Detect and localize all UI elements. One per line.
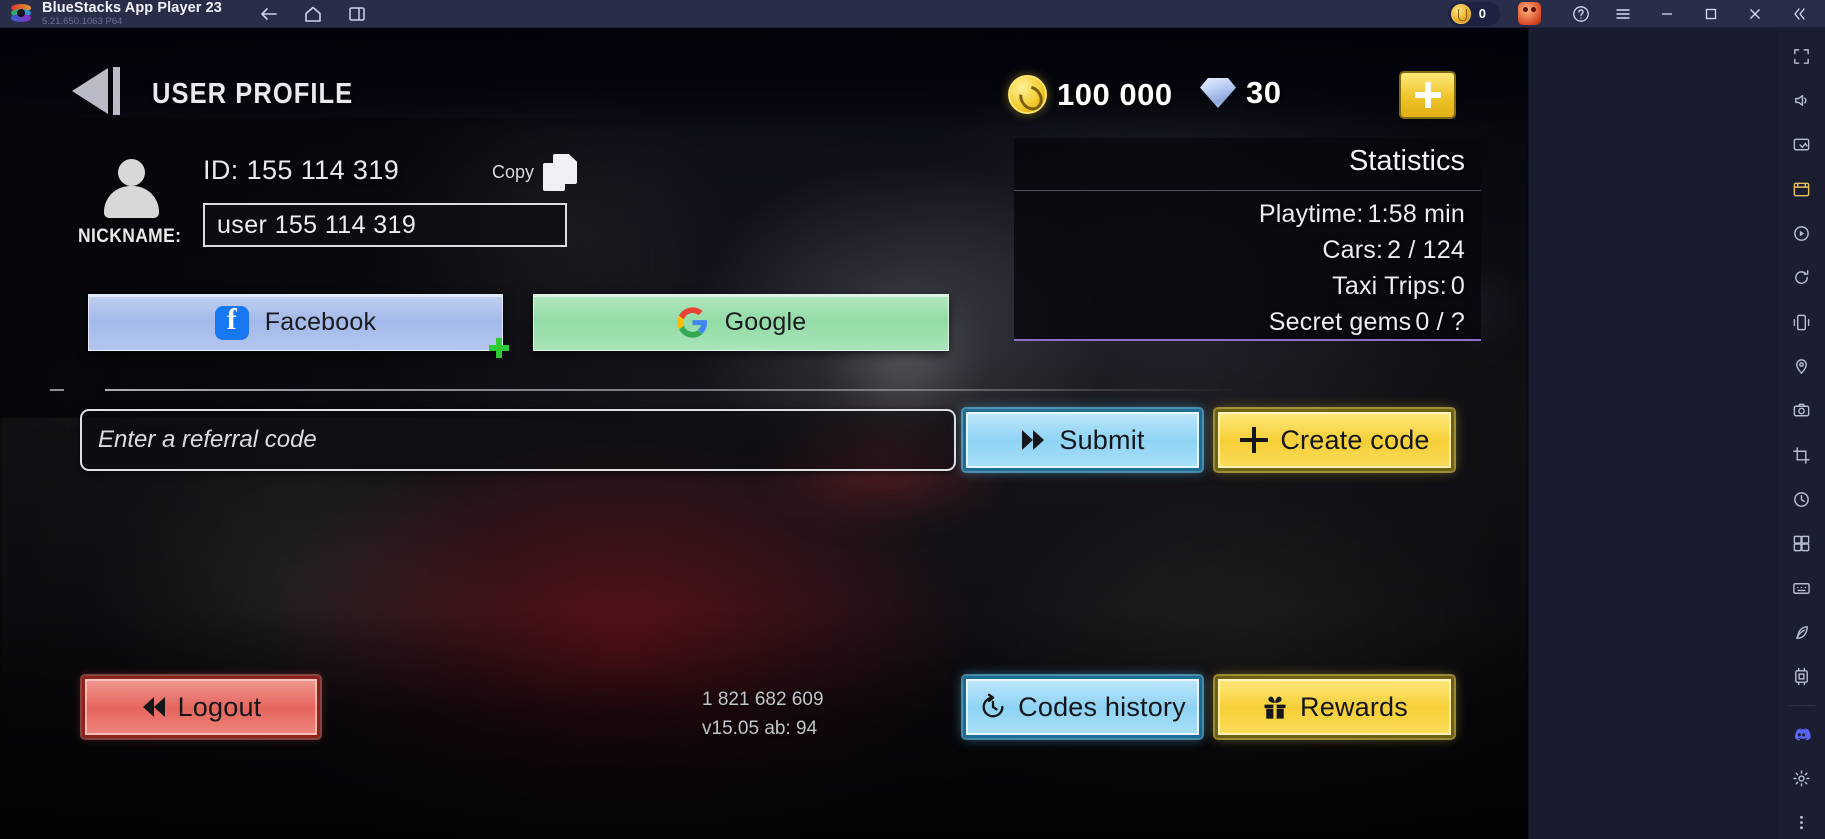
facebook-icon <box>214 303 249 340</box>
camera-icon[interactable] <box>1785 395 1819 427</box>
back-arrow-icon <box>72 68 108 114</box>
help-icon[interactable] <box>1561 0 1601 28</box>
bluestacks-sidebar <box>1528 28 1825 839</box>
rewards-label: Rewards <box>1300 691 1408 722</box>
stat-row-secret-gems: Secret gems 0 / ? <box>1268 308 1465 336</box>
copy-label: Copy <box>492 162 535 182</box>
statistics-panel: Statistics Playtime: 1:58 min Cars: 2 / 12… <box>1014 138 1481 341</box>
history-clock-icon <box>979 693 1007 721</box>
sidebar-toolbar <box>1778 28 1825 839</box>
statistics-divider <box>1014 190 1481 191</box>
player-id: ID: 155 114 319 <box>203 155 400 185</box>
build-number: 1 821 682 609 <box>702 689 824 710</box>
codes-history-label: Codes history <box>1018 691 1186 722</box>
google-label: Google <box>724 308 807 336</box>
points-value: 0 <box>1478 6 1486 21</box>
gem-icon <box>1200 78 1236 108</box>
copy-id-button[interactable]: Copy <box>492 154 578 191</box>
nickname-input[interactable] <box>203 203 567 247</box>
cursor-plus-icon <box>489 338 509 358</box>
divider-dash <box>50 389 64 391</box>
add-currency-button[interactable] <box>1399 71 1456 119</box>
create-code-button[interactable]: Create code <box>1213 407 1456 473</box>
back-bar-icon <box>113 67 120 115</box>
settings-icon[interactable] <box>1785 762 1819 794</box>
plus-icon <box>1239 425 1269 455</box>
submit-label: Submit <box>1059 424 1145 455</box>
codes-history-button[interactable]: Codes history <box>961 674 1204 740</box>
referral-code-input[interactable] <box>80 409 956 471</box>
video-record-icon[interactable] <box>1785 217 1819 249</box>
minimize-icon[interactable] <box>1645 0 1689 28</box>
points-coin-icon <box>1450 3 1471 24</box>
menu-icon[interactable] <box>1601 0 1645 28</box>
macro-icon[interactable] <box>1785 483 1819 515</box>
copy-icon <box>543 154 578 191</box>
discord-icon[interactable] <box>1785 718 1819 750</box>
points-pill[interactable]: 0 <box>1447 1 1500 26</box>
facebook-login-button[interactable]: Facebook <box>88 294 503 351</box>
gift-icon <box>1261 693 1289 721</box>
app-version: 5.21.650.1063 P64 <box>42 16 123 27</box>
close-icon[interactable] <box>1733 0 1777 28</box>
gems-value: 30 <box>1246 75 1282 110</box>
bluestacks-titlebar: BlueStacks App Player 23 5.21.650.1063 P… <box>0 0 1825 28</box>
collapse-icon[interactable] <box>1777 0 1821 28</box>
sidebar-divider <box>1788 705 1815 707</box>
bluestacks-logo <box>10 3 32 25</box>
page-title: USER PROFILE <box>152 78 354 110</box>
trim-memory-icon[interactable] <box>1785 661 1819 693</box>
app-title: BlueStacks App Player 23 <box>42 0 222 16</box>
volume-icon[interactable] <box>1785 84 1819 116</box>
multi-instance-icon[interactable] <box>346 3 368 25</box>
gems-display: 30 <box>1200 75 1281 111</box>
create-code-label: Create code <box>1280 424 1430 455</box>
logout-button[interactable]: Logout <box>80 674 322 740</box>
statistics-title: Statistics <box>1348 145 1465 177</box>
google-login-button[interactable]: Google <box>533 294 949 351</box>
keymapping-icon[interactable] <box>1785 572 1819 604</box>
multi-instance-sync-icon[interactable] <box>1785 528 1819 560</box>
version-info: 1 821 682 609 v15.05 ab: 94 <box>702 685 824 744</box>
rotate-icon[interactable] <box>1785 262 1819 294</box>
section-divider <box>105 389 1245 391</box>
home-icon[interactable] <box>302 3 324 25</box>
maximize-icon[interactable] <box>1689 0 1733 28</box>
submit-button[interactable]: Submit <box>961 407 1204 473</box>
logout-label: Logout <box>177 691 262 722</box>
game-header: USER PROFILE 100 000 30 <box>0 28 1528 132</box>
fullscreen-icon[interactable] <box>1785 40 1819 72</box>
stat-row-cars: Cars: 2 / 124 <box>1322 236 1465 264</box>
game-viewport: USER PROFILE 100 000 30 ID: 155 114 319 … <box>0 28 1528 839</box>
screenshot-icon[interactable] <box>1785 129 1819 161</box>
double-chevron-right-icon <box>1020 428 1048 452</box>
bluestacks-x-badge-icon[interactable] <box>1518 2 1541 25</box>
version-text: v15.05 ab: 94 <box>702 718 818 740</box>
google-icon <box>676 306 709 339</box>
back-icon[interactable] <box>258 3 280 25</box>
crop-icon[interactable] <box>1785 439 1819 471</box>
more-icon[interactable] <box>1785 807 1819 839</box>
eco-mode-icon[interactable] <box>1785 616 1819 648</box>
rewards-button[interactable]: Rewards <box>1213 674 1456 740</box>
titlebar-nav <box>258 3 368 25</box>
back-button[interactable] <box>72 66 134 116</box>
nickname-label: NICKNAME: <box>78 226 182 247</box>
media-manager-icon[interactable] <box>1785 173 1819 205</box>
shake-icon[interactable] <box>1785 306 1819 338</box>
double-chevron-left-icon <box>141 695 167 719</box>
location-icon[interactable] <box>1785 350 1819 382</box>
coins-display: 100 000 <box>1008 75 1173 114</box>
stat-row-playtime: Playtime: 1:58 min <box>1258 200 1465 228</box>
coin-icon <box>1008 75 1047 114</box>
avatar <box>102 159 160 221</box>
facebook-label: Facebook <box>264 308 377 336</box>
coins-value: 100 000 <box>1057 76 1173 112</box>
stat-row-taxi-trips: Taxi Trips: 0 <box>1332 272 1465 300</box>
